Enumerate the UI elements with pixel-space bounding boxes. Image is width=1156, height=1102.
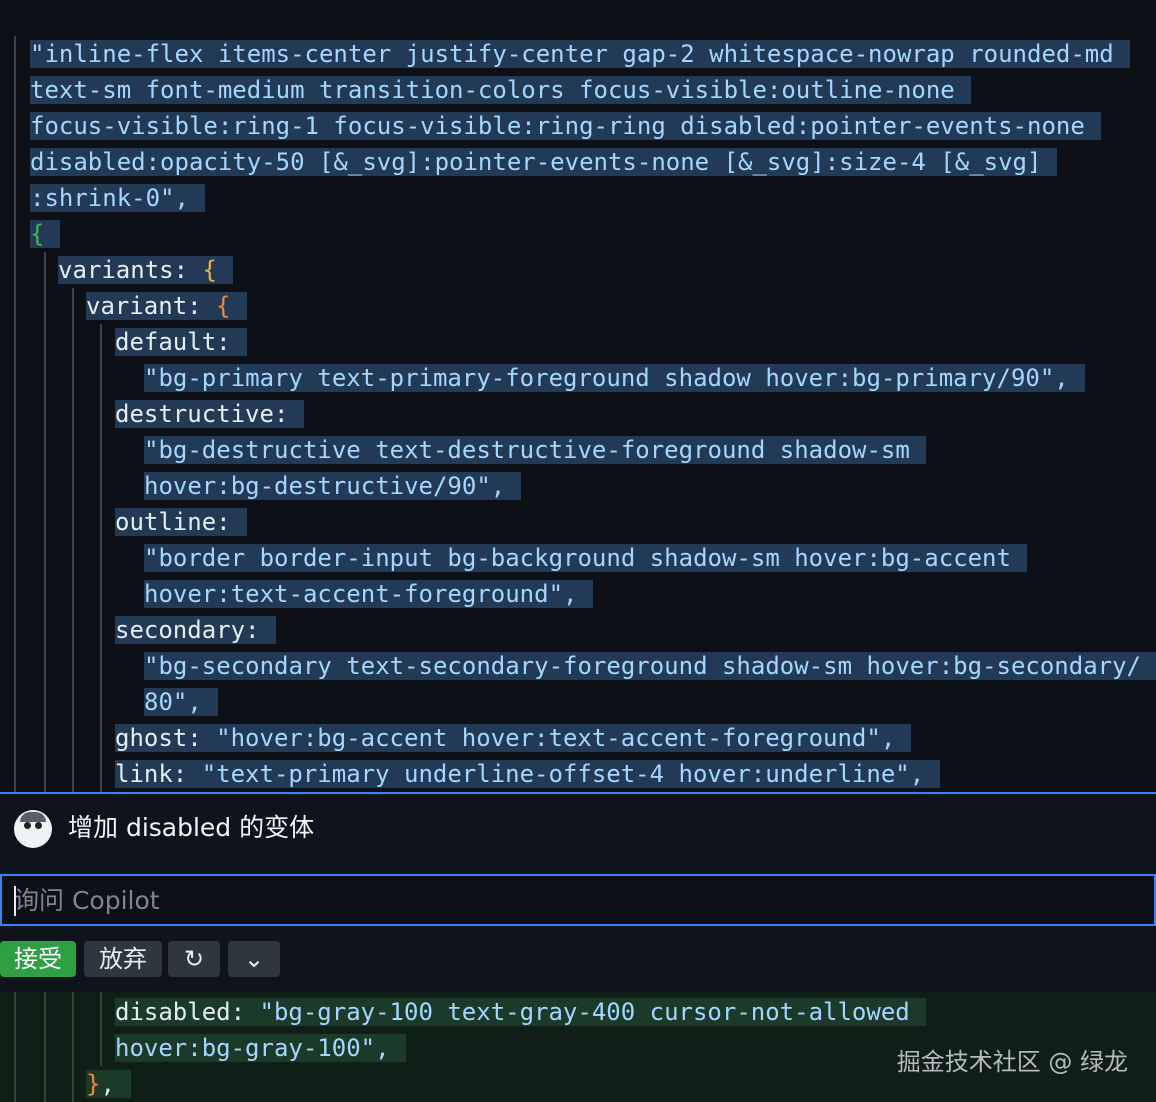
code-line: outline: [115, 504, 247, 540]
chat-input[interactable] [2, 876, 1154, 924]
code-line: destructive: [115, 396, 305, 432]
indent-guide [72, 288, 74, 792]
brace: { [216, 292, 231, 320]
code-line: "bg-secondary text-secondary-foreground … [144, 648, 1156, 684]
watermark: 掘金技术社区 @ 绿龙 [896, 1048, 1128, 1076]
diff-line: disabled: "bg-gray-100 text-gray-400 cur… [115, 994, 926, 1030]
code-line: "bg-primary text-primary-foreground shad… [144, 360, 1085, 396]
property-key: destructive: [115, 400, 305, 428]
string-literal: hover:bg-gray-100", [115, 1034, 406, 1062]
indent-guide [14, 992, 16, 1102]
code-line: hover:text-accent-foreground", [144, 576, 594, 612]
diff-line: }, [86, 1066, 131, 1102]
string-literal: hover:bg-destructive/90", [144, 472, 522, 500]
text-caret [14, 886, 16, 916]
string-literal: "bg-gray-100 text-gray-400 cursor-not-al… [259, 998, 910, 1026]
string-literal: "inline-flex items-center justify-center… [30, 40, 1130, 68]
string-literal: :shrink-0", [30, 184, 205, 212]
brace: } [86, 1070, 101, 1098]
code-line: "border border-input bg-background shado… [144, 540, 1027, 576]
code-line: :shrink-0", [30, 180, 205, 216]
property-key: default: [115, 328, 247, 356]
string-literal: 80", [144, 688, 218, 716]
regenerate-icon[interactable]: ↻ [168, 941, 220, 977]
code-line: const buttonVariants = cva( [0, 0, 464, 68]
string-literal: focus-visible:ring-1 focus-visible:ring-… [30, 112, 1101, 140]
code-line: link: "text-primary underline-offset-4 h… [115, 756, 941, 792]
code-editor[interactable]: const buttonVariants = cva( "inline-flex… [0, 0, 1156, 792]
code-line: { [30, 216, 61, 252]
property-key: ghost: [115, 724, 217, 752]
indent-guide [44, 992, 46, 1102]
property-key: variants: [58, 256, 203, 284]
punctuation: , [100, 1070, 115, 1098]
string-literal: "hover:bg-accent hover:text-accent-foreg… [216, 724, 896, 752]
code-line: variants: { [58, 252, 233, 288]
code-line: disabled:opacity-50 [&_svg]:pointer-even… [30, 144, 1058, 180]
accept-button[interactable]: 接受 [0, 941, 76, 977]
string-literal: "bg-secondary text-secondary-foreground … [144, 652, 1156, 680]
indent-guide [72, 992, 74, 1102]
code-line: "bg-destructive text-destructive-foregro… [144, 432, 926, 468]
property-key: link: [115, 760, 202, 788]
code-line: variant: { [86, 288, 247, 324]
discard-button[interactable]: 放弃 [84, 941, 162, 977]
chevron-down-icon[interactable]: ⌄ [228, 941, 280, 977]
string-literal: "bg-primary text-primary-foreground shad… [144, 364, 1085, 392]
property-key: disabled: [115, 998, 260, 1026]
diff-line: hover:bg-gray-100", [115, 1030, 406, 1066]
string-literal: "text-primary underline-offset-4 hover:u… [201, 760, 925, 788]
code-line: text-sm font-medium transition-colors fo… [30, 72, 971, 108]
string-literal: disabled:opacity-50 [&_svg]:pointer-even… [30, 148, 1058, 176]
indent-guide [44, 252, 46, 792]
code-line: default: [115, 324, 247, 360]
code-line: secondary: [115, 612, 276, 648]
property-key: variant: [86, 292, 217, 320]
indent-guide [100, 992, 102, 1066]
code-line: "inline-flex items-center justify-center… [30, 36, 1130, 72]
brace: { [202, 256, 217, 284]
string-literal: "border border-input bg-background shado… [144, 544, 1027, 572]
chat-input-container[interactable] [0, 874, 1156, 926]
property-key: outline: [115, 508, 247, 536]
copilot-avatar-icon [14, 810, 52, 848]
copilot-inline-chat: 增加 disabled 的变体 接受 放弃 ↻ ⌄ [0, 792, 1156, 994]
string-literal: text-sm font-medium transition-colors fo… [30, 76, 971, 104]
indent-guide [100, 324, 102, 792]
indent-guide [14, 36, 16, 792]
code-line: hover:bg-destructive/90", [144, 468, 522, 504]
code-line: focus-visible:ring-1 focus-visible:ring-… [30, 108, 1101, 144]
code-line: 80", [144, 684, 218, 720]
string-literal: hover:text-accent-foreground", [144, 580, 594, 608]
chat-prompt-text: 增加 disabled 的变体 [68, 813, 315, 842]
code-line: ghost: "hover:bg-accent hover:text-accen… [115, 720, 912, 756]
string-literal: "bg-destructive text-destructive-foregro… [144, 436, 926, 464]
property-key: secondary: [115, 616, 276, 644]
brace: { [30, 220, 61, 248]
